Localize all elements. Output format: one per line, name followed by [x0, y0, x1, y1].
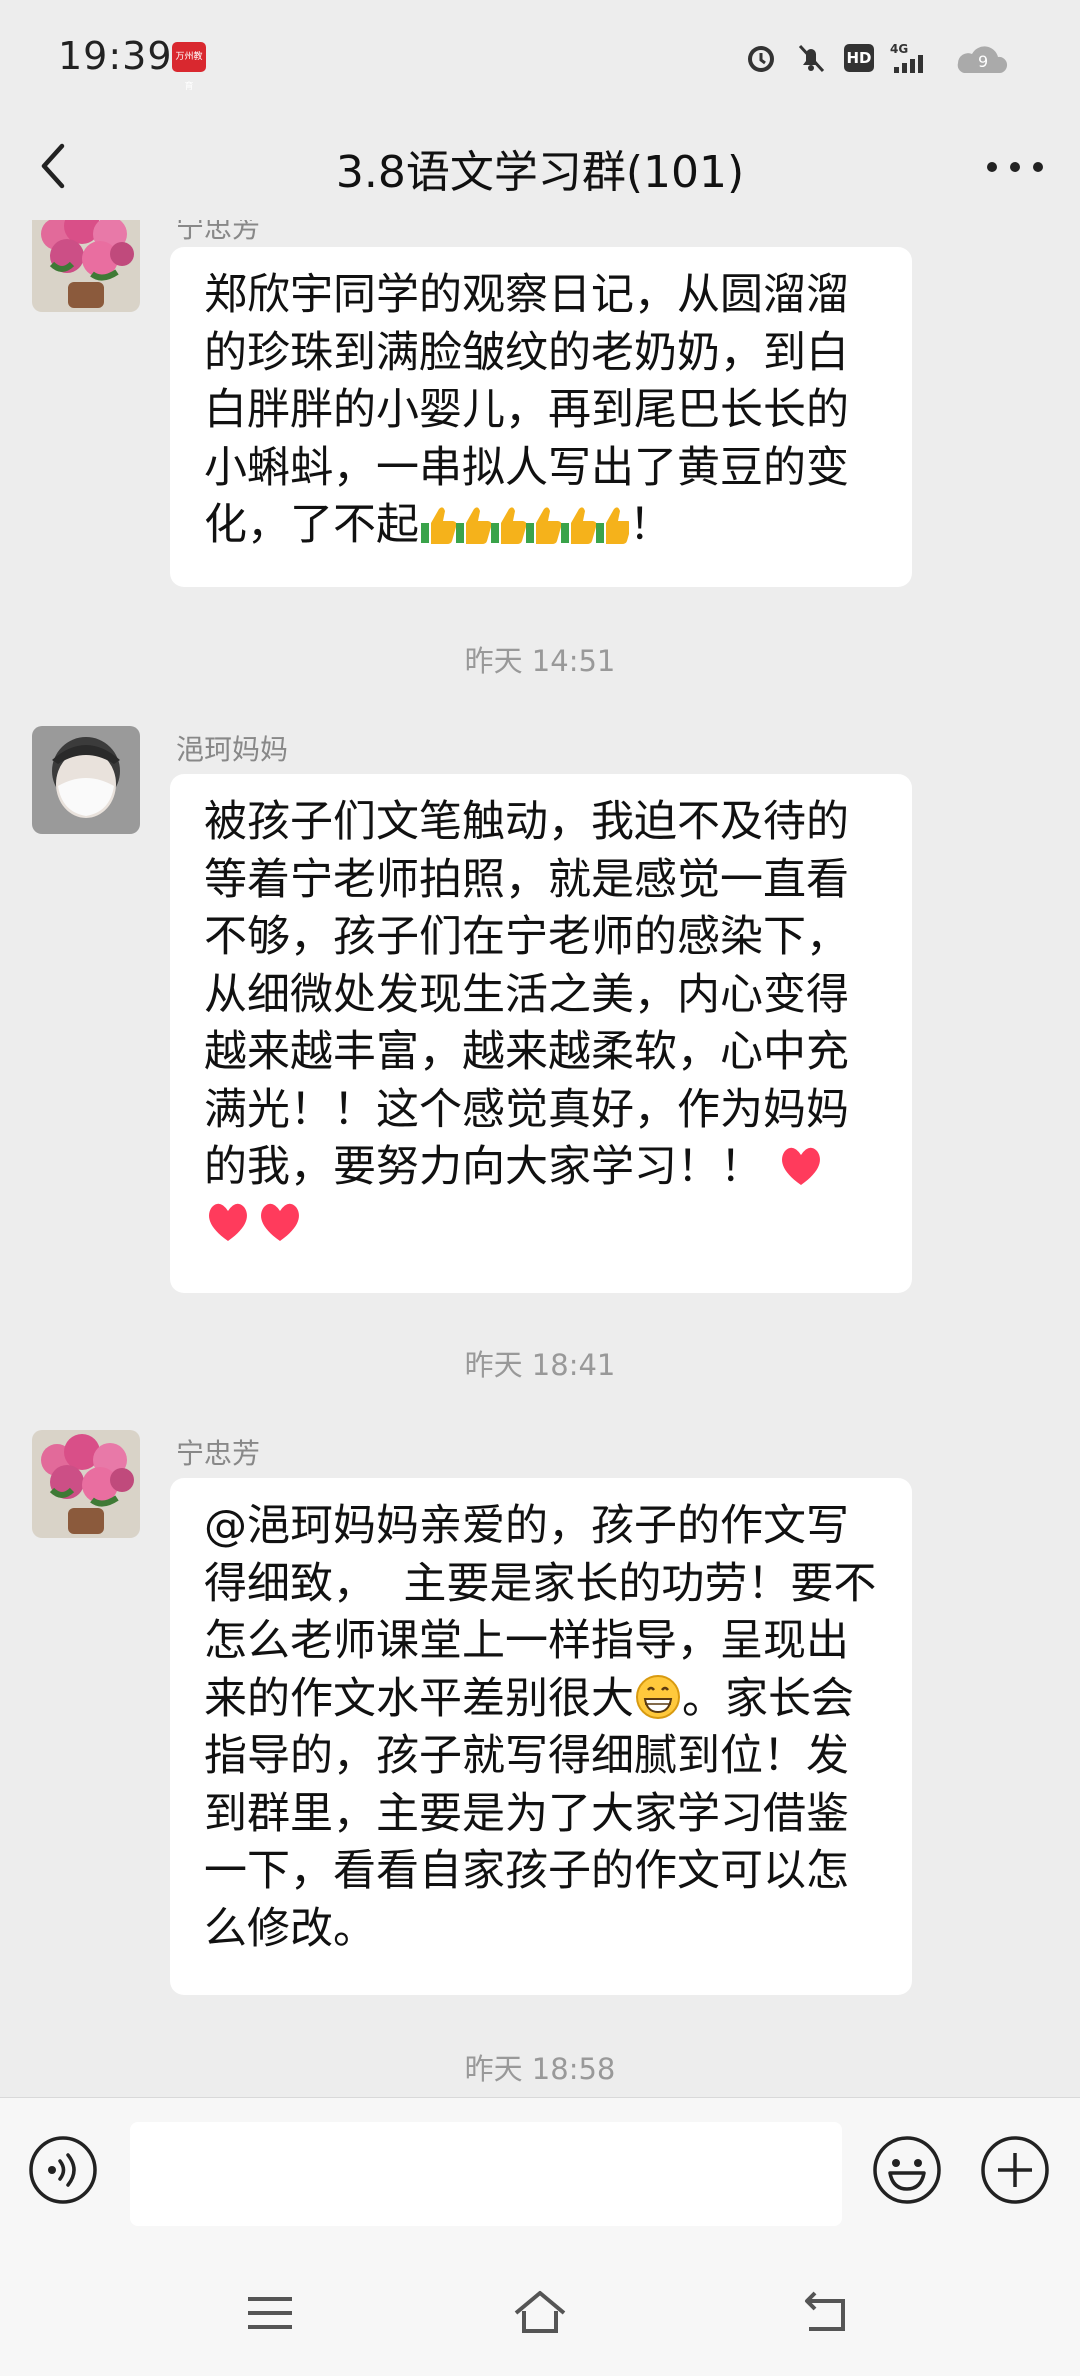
avatar-masked-person[interactable]: [32, 726, 140, 834]
svg-text:4G: 4G: [890, 42, 908, 56]
more-button[interactable]: [980, 134, 1050, 194]
message-input[interactable]: [130, 2122, 842, 2226]
system-nav-bar: [0, 2249, 1080, 2376]
add-button[interactable]: [980, 2135, 1050, 2205]
message-bubble[interactable]: @浥珂妈妈亲爱的，孩子的作文写得细致， 主要是家长的功劳！要不怎么老师课堂上一样…: [170, 1478, 912, 1995]
status-time: 19:39: [58, 34, 173, 78]
voice-icon: [29, 2136, 97, 2204]
page-title: 3.8语文学习群(101): [335, 147, 745, 198]
signal-icon: 4G: [890, 41, 934, 75]
return-icon: [805, 2291, 845, 2331]
heart-icon: [204, 1200, 304, 1250]
thumbs-up-icon: [419, 500, 629, 550]
timestamp: 昨天 18:41: [464, 1348, 616, 1382]
status-icons: HD 4G 9: [744, 38, 1020, 78]
alarm-icon: [744, 41, 778, 75]
avatar-flowers[interactable]: [32, 220, 140, 312]
chat-header: 3.8语文学习群(101): [0, 110, 1080, 220]
mute-icon: [794, 41, 828, 75]
svg-text:9: 9: [978, 52, 988, 71]
status-bar: 19:39 万州教育 HD 4G 9: [0, 0, 1080, 110]
sender-name: 宁忠芳: [176, 220, 261, 244]
menu-icon: [248, 2297, 292, 2329]
back-nav-button[interactable]: [795, 2283, 855, 2343]
more-icon: [987, 162, 1043, 172]
message-text: 被孩子们文笔触动，我迫不及待的等着宁老师拍照，就是感觉一直看不够，孩子们在宁老师…: [204, 797, 849, 1192]
battery-icon: 9: [950, 41, 1020, 75]
smiley-icon: [873, 2136, 941, 2204]
home-button[interactable]: [510, 2283, 570, 2343]
message-bubble[interactable]: 被孩子们文笔触动，我迫不及待的等着宁老师拍照，就是感觉一直看不够，孩子们在宁老师…: [170, 774, 912, 1293]
emoji-button[interactable]: [872, 2135, 942, 2205]
home-icon: [514, 2291, 566, 2333]
chat-message-list[interactable]: 宁忠芳 郑欣宇同学的观察日记，从圆溜溜的珍珠到满脸皱纹的老奶奶，到白白胖胖的小婴…: [0, 220, 1080, 2097]
avatar-flowers[interactable]: [32, 1430, 140, 1538]
heart-icon: [777, 1142, 825, 1192]
voice-button[interactable]: [28, 2135, 98, 2205]
message-bubble[interactable]: 郑欣宇同学的观察日记，从圆溜溜的珍珠到满脸皱纹的老奶奶，到白白胖胖的小婴儿，再到…: [170, 247, 912, 587]
sender-name: 浥珂妈妈: [176, 733, 289, 766]
timestamp: 昨天 18:58: [464, 2052, 616, 2086]
app-notification-icon: 万州教育: [172, 42, 206, 92]
hd-icon: HD: [844, 44, 874, 72]
menu-button[interactable]: [240, 2283, 300, 2343]
sender-name: 宁忠芳: [176, 1437, 261, 1470]
timestamp: 昨天 14:51: [464, 644, 616, 678]
message-input-bar: [0, 2097, 1080, 2250]
message-suffix: ！: [629, 500, 672, 550]
plus-icon: [981, 2136, 1049, 2204]
grin-icon: [634, 1674, 682, 1724]
